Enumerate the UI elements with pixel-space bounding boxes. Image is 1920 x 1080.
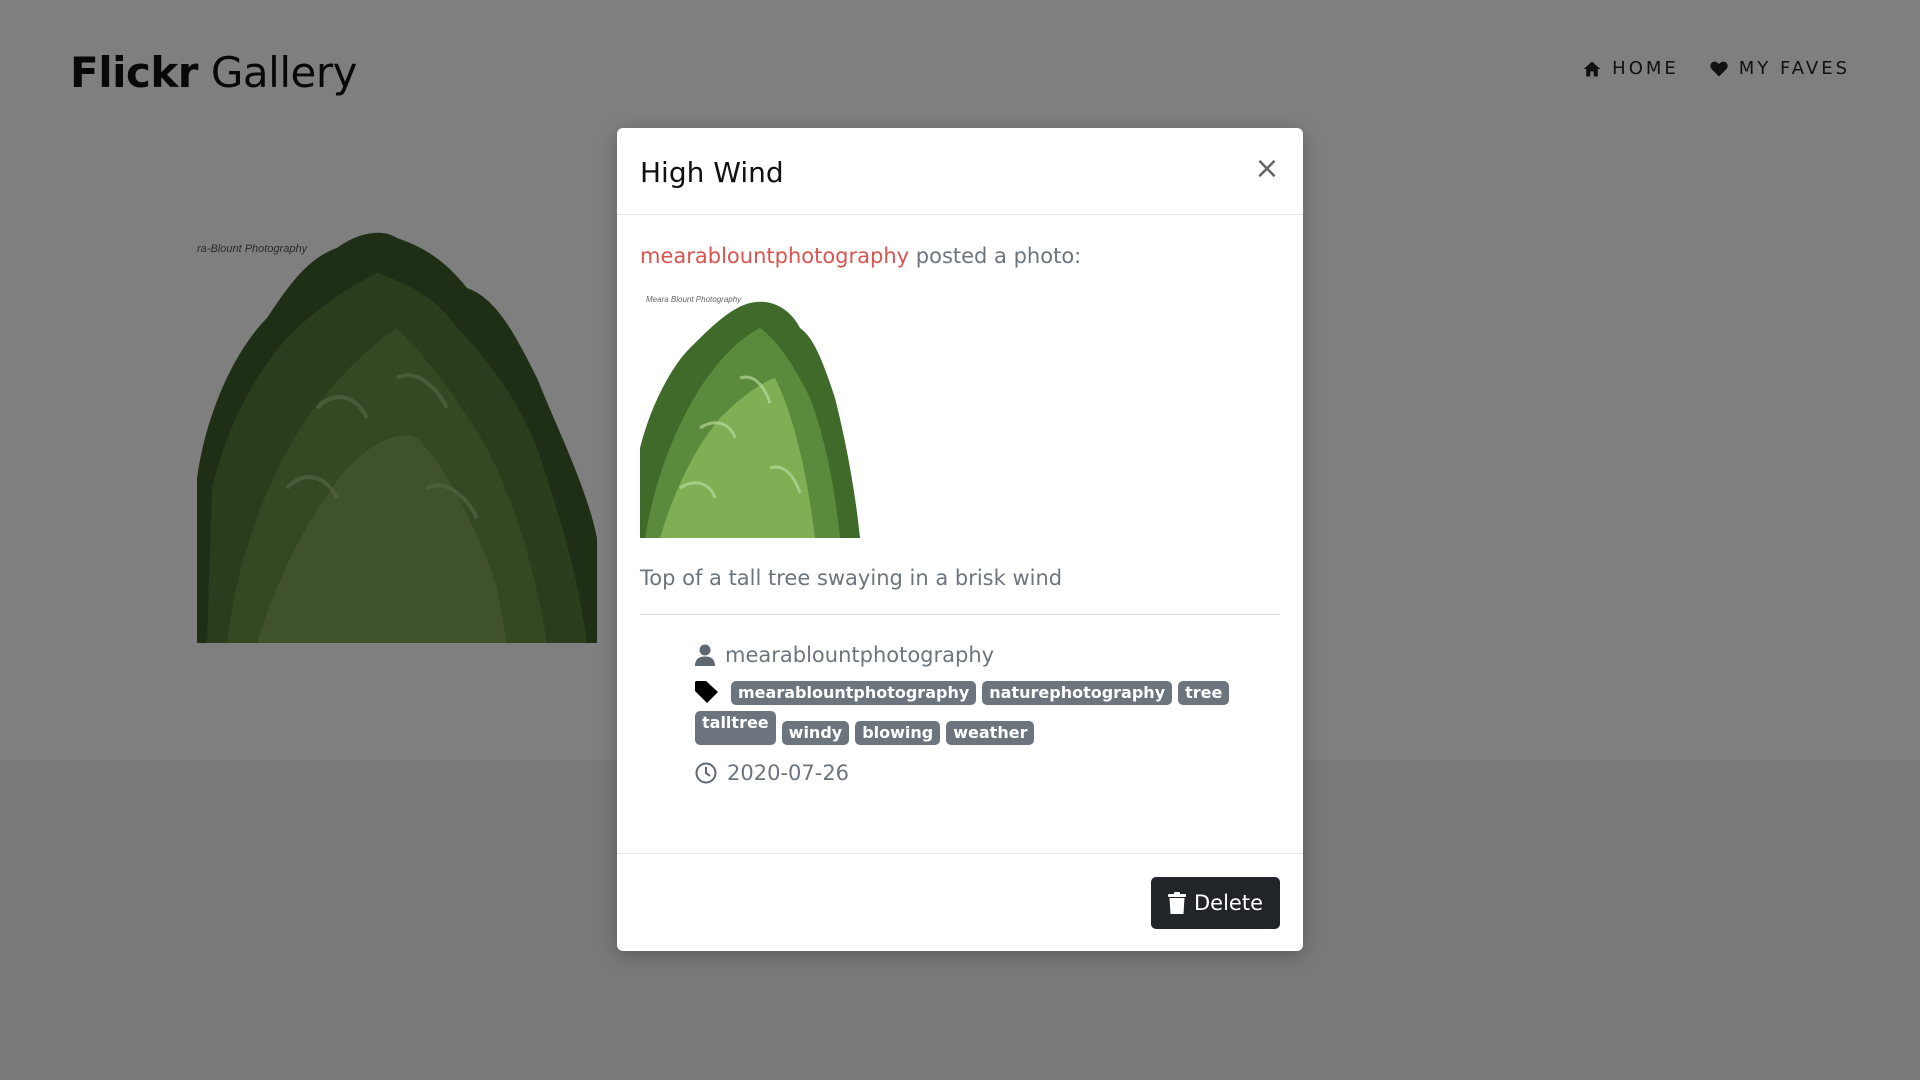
tag-badge[interactable]: naturephotography xyxy=(982,681,1173,705)
tag-list: mearablountphotography naturephotography… xyxy=(695,681,1255,745)
modal-divider xyxy=(640,614,1280,615)
author-link[interactable]: mearablountphotography xyxy=(640,244,909,268)
modal-body: mearablountphotography posted a photo: M… xyxy=(640,214,1280,785)
modal-title: High Wind xyxy=(640,156,784,189)
owner-name: mearablountphotography xyxy=(725,643,995,667)
modal-footer: Delete xyxy=(617,853,1303,951)
delete-button[interactable]: Delete xyxy=(1151,877,1280,929)
photo-date: 2020-07-26 xyxy=(727,761,850,785)
photo-meta: mearablountphotography mearablountphotog… xyxy=(695,643,1280,785)
owner-row: mearablountphotography xyxy=(695,643,1280,667)
trash-icon xyxy=(1168,892,1186,914)
tag-badge[interactable]: talltree xyxy=(695,711,776,745)
date-row: 2020-07-26 xyxy=(695,761,1280,785)
tag-badge[interactable]: tree xyxy=(1178,681,1230,705)
photo-image: Meara Blount Photography xyxy=(640,288,980,538)
clock-icon xyxy=(695,762,717,784)
tag-icon xyxy=(695,681,718,703)
tag-badge[interactable]: windy xyxy=(781,721,850,745)
posted-suffix: posted a photo: xyxy=(909,244,1082,268)
photo-modal: High Wind × mearablountphotography poste… xyxy=(617,128,1303,951)
photo-watermark: Meara Blount Photography xyxy=(646,295,742,304)
tag-badge[interactable]: mearablountphotography xyxy=(731,681,977,705)
tag-badge[interactable]: blowing xyxy=(855,721,941,745)
delete-label: Delete xyxy=(1194,891,1263,915)
photo-description: Top of a tall tree swaying in a brisk wi… xyxy=(640,566,1063,590)
tag-badge[interactable]: weather xyxy=(946,721,1035,745)
modal-header: High Wind × xyxy=(617,128,1303,215)
user-icon xyxy=(695,644,715,666)
close-button[interactable]: × xyxy=(1253,154,1281,184)
posted-line: mearablountphotography posted a photo: xyxy=(640,244,1280,268)
